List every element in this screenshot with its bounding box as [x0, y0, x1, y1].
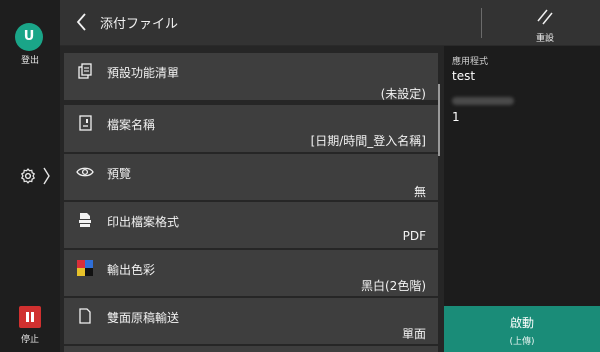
- settings-list: 預設功能清單 (未設定) 檔案名稱 [日期/時間_登入名稱] 預覽 無 印出檔案…: [60, 46, 444, 352]
- app-label: 應用程式: [452, 57, 489, 67]
- app-name: test: [452, 69, 476, 83]
- list-item-preset[interactable]: 預設功能清單 (未設定): [64, 53, 438, 101]
- file-format-icon: [78, 213, 92, 227]
- reset-icon: [537, 9, 553, 25]
- item-label-duplex-original: 雙面原稿輸送: [107, 311, 180, 325]
- duplex-original-icon: [79, 308, 91, 324]
- file-name-icon: [79, 115, 92, 131]
- item-value-duplex-original: 單面: [401, 327, 426, 341]
- settings-button[interactable]: [18, 163, 58, 189]
- chevron-right-icon: [43, 167, 50, 185]
- count-value: 1: [452, 110, 460, 124]
- back-button[interactable]: [68, 8, 96, 36]
- list-item-preview[interactable]: 預覽 無: [64, 154, 438, 200]
- blurred-field: [452, 97, 514, 105]
- logout-label[interactable]: 登出: [0, 53, 60, 66]
- page-title: 添付ファイル: [100, 17, 179, 32]
- stop-label[interactable]: 停止: [0, 332, 60, 345]
- list-item-file-name[interactable]: 檔案名稱 [日期/時間_登入名稱]: [64, 105, 438, 152]
- info-panel: 應用程式 test 1: [444, 46, 600, 306]
- list-item-next[interactable]: [64, 346, 438, 352]
- list-item-output-color[interactable]: 輸出色彩 黑白(2色階): [64, 250, 438, 296]
- start-upload-button[interactable]: 啟動 (上傳): [444, 306, 600, 352]
- item-value-file-format: PDF: [402, 229, 426, 243]
- reset-button[interactable]: 重設: [515, 4, 575, 44]
- item-label-file-format: 印出檔案格式: [107, 215, 180, 229]
- gear-icon: [20, 167, 50, 185]
- eye-icon: [76, 167, 94, 177]
- item-value-preset: (未設定): [380, 87, 426, 101]
- header-bar: 添付ファイル 重設: [60, 0, 600, 46]
- item-label-preview: 預覽: [107, 167, 132, 181]
- user-avatar[interactable]: U: [15, 23, 43, 51]
- start-sub-label: (上傳): [509, 337, 535, 347]
- item-value-preview: 無: [413, 185, 426, 199]
- left-rail: U 登出 停止: [0, 0, 60, 352]
- item-label-preset: 預設功能清單: [107, 66, 180, 80]
- list-item-file-format[interactable]: 印出檔案格式 PDF: [64, 202, 438, 248]
- reset-label: 重設: [535, 34, 554, 44]
- item-label-output-color: 輸出色彩: [107, 263, 156, 277]
- list-scrollbar[interactable]: [438, 84, 440, 156]
- header-divider: [481, 8, 482, 38]
- item-value-file-name: [日期/時間_登入名稱]: [310, 134, 426, 148]
- list-item-duplex-original[interactable]: 雙面原稿輸送 單面: [64, 298, 438, 344]
- preset-list-icon: [78, 63, 92, 79]
- color-mode-icon: [77, 260, 93, 276]
- item-label-file-name: 檔案名稱: [107, 118, 156, 132]
- chevron-left-icon: [76, 13, 86, 31]
- stop-button[interactable]: [19, 306, 41, 328]
- start-label: 啟動: [509, 316, 534, 330]
- item-value-output-color: 黑白(2色階): [361, 279, 426, 293]
